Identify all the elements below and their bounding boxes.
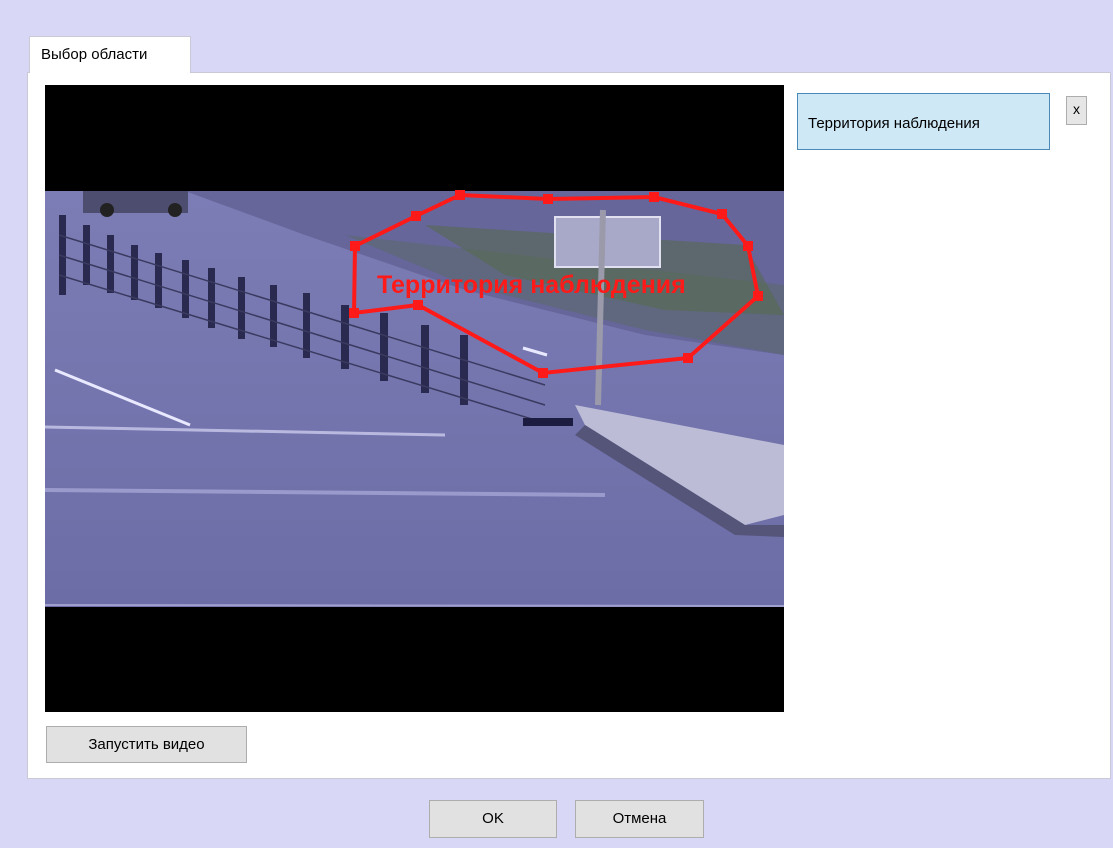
ok-button[interactable]: OK <box>429 800 557 838</box>
zone-list-item[interactable]: Территория наблюдения <box>797 93 1050 150</box>
cancel-button[interactable]: Отмена <box>575 800 704 838</box>
camera-frame: Территория наблюдения <box>45 85 784 712</box>
start-video-button[interactable]: Запустить видео <box>46 726 247 763</box>
zone-list-item-label: Территория наблюдения <box>808 115 980 132</box>
tab-label: Выбор области <box>41 46 148 63</box>
delete-zone-button[interactable]: x <box>1066 96 1087 125</box>
zone-overlay-label: Территория наблюдения <box>377 271 686 299</box>
tab-area-selection[interactable]: Выбор области <box>29 36 191 73</box>
video-view[interactable]: Территория наблюдения <box>45 85 784 712</box>
